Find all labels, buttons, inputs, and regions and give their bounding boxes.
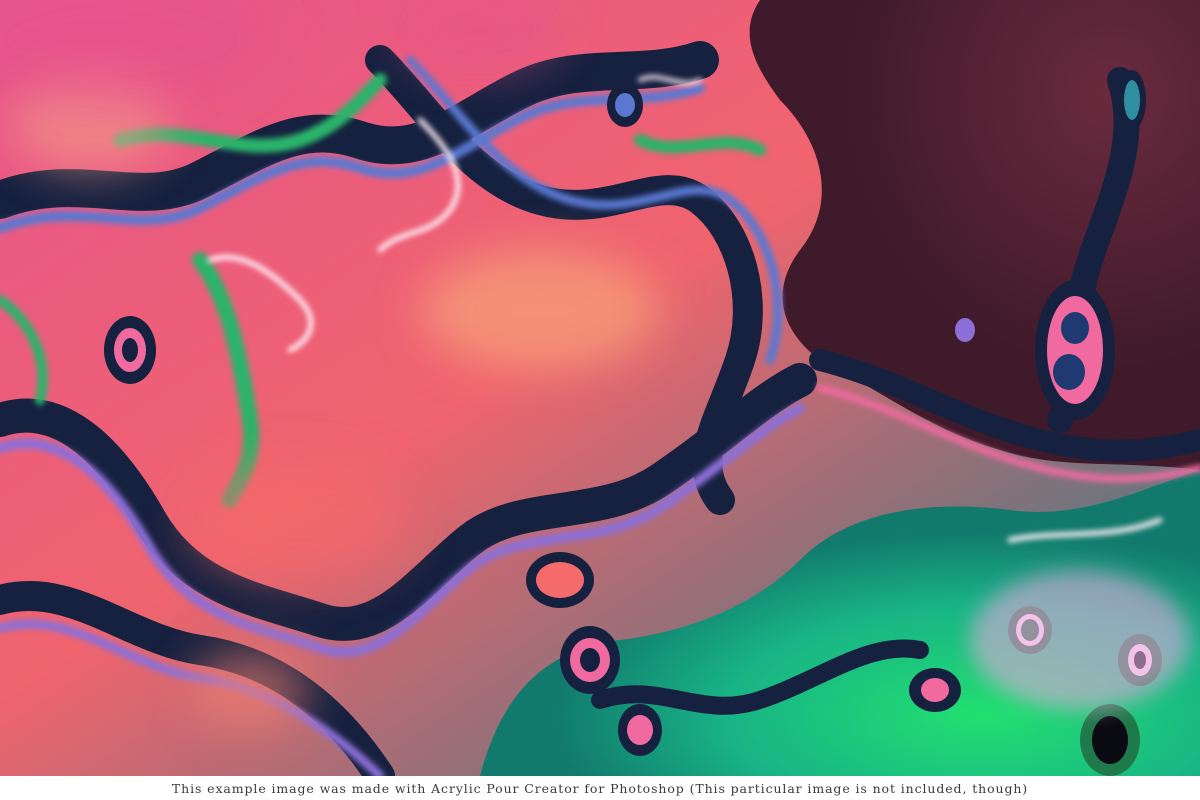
acrylic-pour-svg	[0, 0, 1200, 776]
lavender-bloom	[970, 570, 1190, 710]
image-caption: This example image was made with Acrylic…	[171, 780, 1029, 796]
caption-bar: This example image was made with Acrylic…	[0, 776, 1200, 800]
acrylic-pour-artwork	[0, 0, 1200, 776]
image-frame: This example image was made with Acrylic…	[0, 0, 1200, 800]
